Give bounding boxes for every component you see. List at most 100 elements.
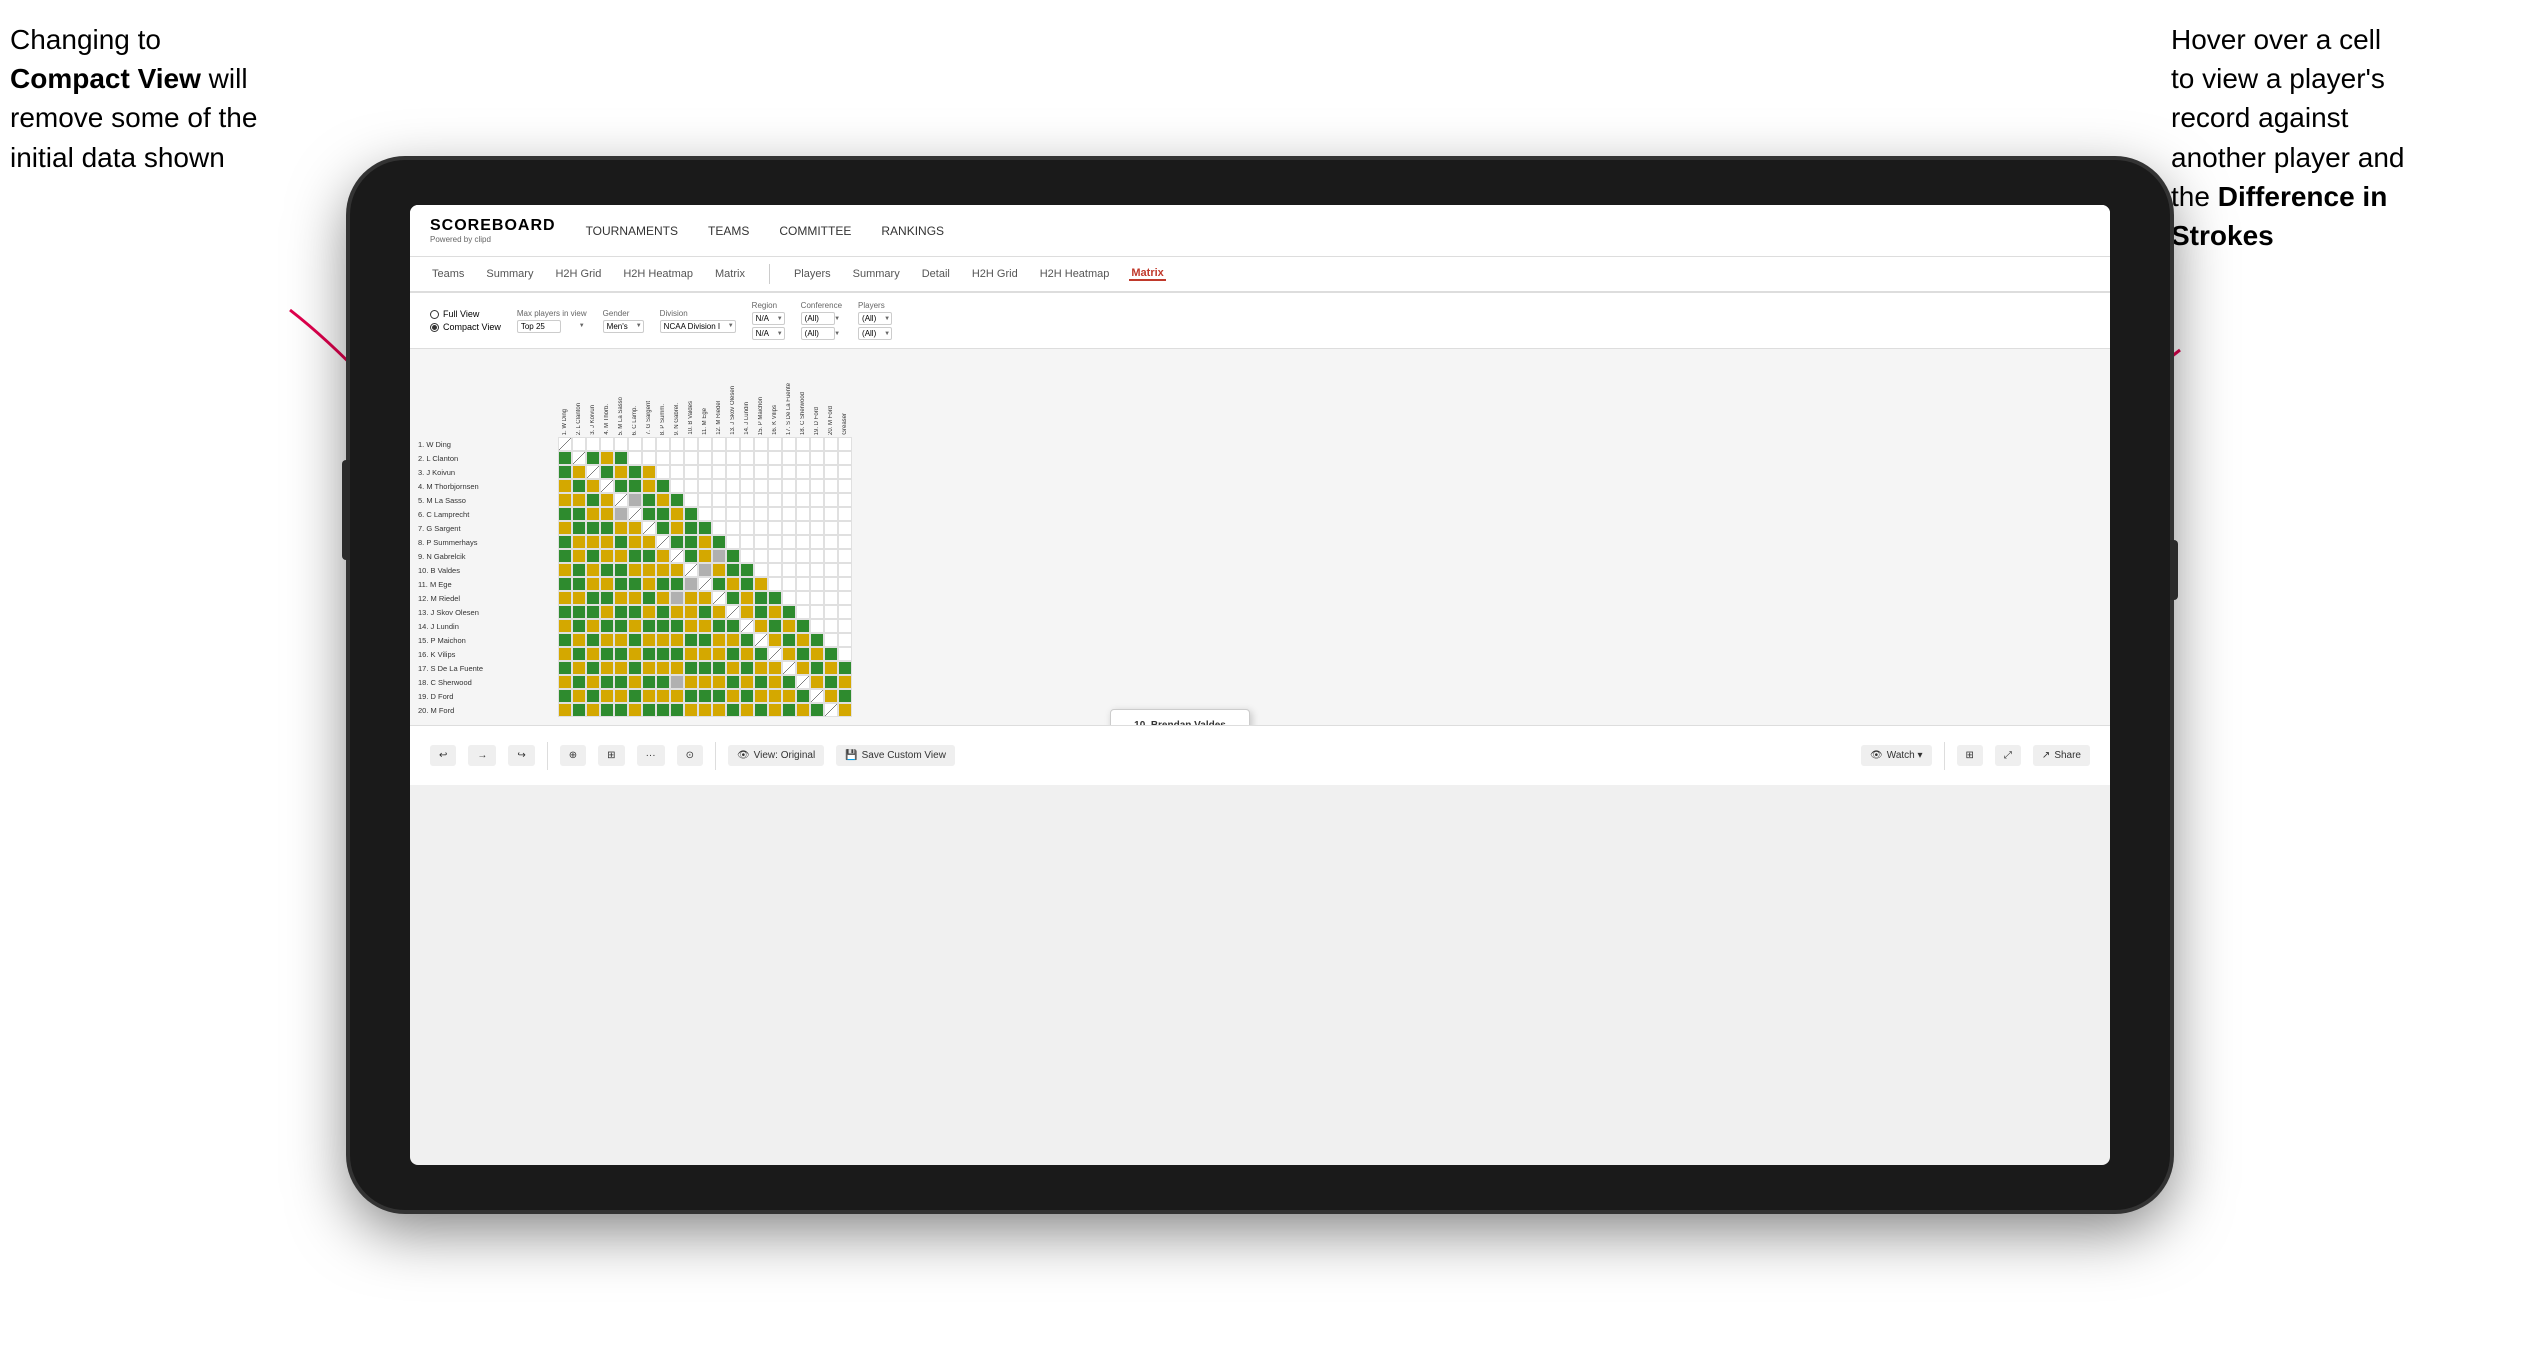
grid-cell-3-1[interactable] <box>558 465 572 479</box>
grid-cell-13-5[interactable] <box>614 605 628 619</box>
grid-cell-2-2[interactable] <box>572 451 586 465</box>
undo-button[interactable]: ↩ <box>430 745 456 766</box>
grid-cell-2-4[interactable] <box>600 451 614 465</box>
grid-cell-17-13[interactable] <box>726 661 740 675</box>
zoom-fit-button[interactable]: ⊕ <box>560 745 586 766</box>
grid-cell-16-17[interactable] <box>782 647 796 661</box>
grid-cell-3-3[interactable] <box>586 465 600 479</box>
grid-cell-5-2[interactable] <box>572 493 586 507</box>
grid-cell-20-20[interactable] <box>824 703 838 717</box>
grid-cell-12-3[interactable] <box>586 591 600 605</box>
grid-cell-8-9[interactable] <box>670 535 684 549</box>
grid-cell-20-5[interactable] <box>614 703 628 717</box>
grid-cell-11-13[interactable] <box>726 577 740 591</box>
grid-cell-11-20[interactable] <box>824 577 838 591</box>
conference-select[interactable]: (All) <box>801 312 835 325</box>
grid-cell-18-21[interactable] <box>838 675 852 689</box>
grid-cell-4-1[interactable] <box>558 479 572 493</box>
grid-cell-12-5[interactable] <box>614 591 628 605</box>
grid-cell-5-15[interactable] <box>754 493 768 507</box>
grid-cell-16-9[interactable] <box>670 647 684 661</box>
grid-cell-16-3[interactable] <box>586 647 600 661</box>
grid-cell-18-13[interactable] <box>726 675 740 689</box>
grid-cell-19-19[interactable] <box>810 689 824 703</box>
conference-select2[interactable]: (All) <box>801 327 835 340</box>
grid-cell-1-13[interactable] <box>726 437 740 451</box>
grid-cell-2-3[interactable] <box>586 451 600 465</box>
grid-cell-10-3[interactable] <box>586 563 600 577</box>
grid-cell-5-12[interactable] <box>712 493 726 507</box>
grid-cell-9-20[interactable] <box>824 549 838 563</box>
grid-cell-19-2[interactable] <box>572 689 586 703</box>
grid-cell-13-6[interactable] <box>628 605 642 619</box>
tab-h2h-heatmap-1[interactable]: H2H Heatmap <box>621 268 695 280</box>
grid-cell-16-16[interactable] <box>768 647 782 661</box>
grid-cell-8-14[interactable] <box>740 535 754 549</box>
grid-cell-5-16[interactable] <box>768 493 782 507</box>
grid-cell-7-10[interactable] <box>684 521 698 535</box>
grid-cell-7-18[interactable] <box>796 521 810 535</box>
grid-cell-5-14[interactable] <box>740 493 754 507</box>
grid-cell-18-10[interactable] <box>684 675 698 689</box>
save-custom-button[interactable]: 💾 Save Custom View <box>836 745 955 766</box>
grid-cell-10-5[interactable] <box>614 563 628 577</box>
grid-cell-8-17[interactable] <box>782 535 796 549</box>
grid-cell-18-16[interactable] <box>768 675 782 689</box>
grid-cell-10-13[interactable] <box>726 563 740 577</box>
grid-cell-10-19[interactable] <box>810 563 824 577</box>
grid-cell-7-20[interactable] <box>824 521 838 535</box>
grid-cell-8-16[interactable] <box>768 535 782 549</box>
grid-cell-19-21[interactable] <box>838 689 852 703</box>
grid-cell-4-13[interactable] <box>726 479 740 493</box>
grid-cell-13-7[interactable] <box>642 605 656 619</box>
tab-detail[interactable]: Detail <box>920 268 952 280</box>
grid-cell-11-19[interactable] <box>810 577 824 591</box>
grid-cell-8-12[interactable] <box>712 535 726 549</box>
grid-cell-10-7[interactable] <box>642 563 656 577</box>
grid-cell-18-9[interactable] <box>670 675 684 689</box>
grid-cell-12-2[interactable] <box>572 591 586 605</box>
grid-cell-14-11[interactable] <box>698 619 712 633</box>
grid-cell-9-21[interactable] <box>838 549 852 563</box>
grid-cell-8-7[interactable] <box>642 535 656 549</box>
grid-cell-17-9[interactable] <box>670 661 684 675</box>
grid-cell-16-7[interactable] <box>642 647 656 661</box>
grid-cell-4-17[interactable] <box>782 479 796 493</box>
grid-cell-9-8[interactable] <box>656 549 670 563</box>
grid-cell-14-14[interactable] <box>740 619 754 633</box>
grid-cell-1-10[interactable] <box>684 437 698 451</box>
grid-cell-18-2[interactable] <box>572 675 586 689</box>
grid-cell-14-8[interactable] <box>656 619 670 633</box>
grid-cell-2-16[interactable] <box>768 451 782 465</box>
grid-cell-7-13[interactable] <box>726 521 740 535</box>
grid-cell-7-8[interactable] <box>656 521 670 535</box>
grid-cell-20-7[interactable] <box>642 703 656 717</box>
grid-cell-19-4[interactable] <box>600 689 614 703</box>
grid-cell-6-10[interactable] <box>684 507 698 521</box>
grid-cell-20-13[interactable] <box>726 703 740 717</box>
grid-cell-18-4[interactable] <box>600 675 614 689</box>
grid-cell-15-18[interactable] <box>796 633 810 647</box>
grid-cell-17-2[interactable] <box>572 661 586 675</box>
grid-cell-16-19[interactable] <box>810 647 824 661</box>
grid-cell-4-2[interactable] <box>572 479 586 493</box>
grid-cell-12-19[interactable] <box>810 591 824 605</box>
grid-cell-20-2[interactable] <box>572 703 586 717</box>
grid-cell-12-4[interactable] <box>600 591 614 605</box>
grid-cell-6-15[interactable] <box>754 507 768 521</box>
grid-cell-15-16[interactable] <box>768 633 782 647</box>
grid-cell-4-5[interactable] <box>614 479 628 493</box>
grid-cell-12-7[interactable] <box>642 591 656 605</box>
grid-cell-17-21[interactable] <box>838 661 852 675</box>
grid-cell-5-7[interactable] <box>642 493 656 507</box>
grid-cell-7-17[interactable] <box>782 521 796 535</box>
grid-cell-6-2[interactable] <box>572 507 586 521</box>
grid-cell-4-18[interactable] <box>796 479 810 493</box>
grid-cell-12-13[interactable] <box>726 591 740 605</box>
grid-cell-15-9[interactable] <box>670 633 684 647</box>
grid-cell-16-12[interactable] <box>712 647 726 661</box>
grid-cell-18-1[interactable] <box>558 675 572 689</box>
grid-cell-13-20[interactable] <box>824 605 838 619</box>
grid-cell-1-17[interactable] <box>782 437 796 451</box>
grid-cell-9-11[interactable] <box>698 549 712 563</box>
